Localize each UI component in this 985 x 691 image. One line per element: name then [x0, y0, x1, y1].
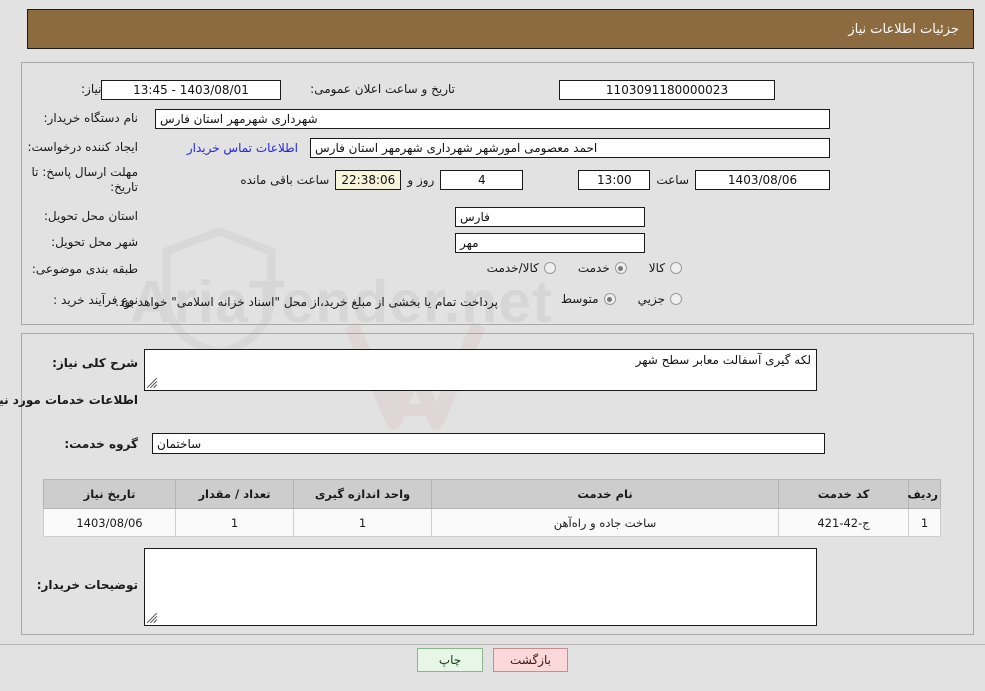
resize-grip-icon[interactable] [147, 613, 158, 624]
services-section-title: اطلاعات خدمات مورد نیاز [0, 393, 138, 407]
general-description-textarea[interactable]: لکه گیری آسفالت معابر سطح شهر [144, 349, 817, 391]
delivery-city-field-row: مهر [455, 233, 645, 253]
col-unit: واحد اندازه گیری [293, 479, 432, 509]
cell-unit: 1 [293, 508, 432, 537]
cell-quantity: 1 [175, 508, 294, 537]
treasury-note-text: پرداخت تمام یا بخشی از مبلغ خرید،از محل … [115, 295, 498, 309]
radio-khedmat[interactable] [614, 262, 627, 274]
reply-deadline-label-row: مهلت ارسال پاسخ: تا تاریخ: [18, 165, 138, 195]
deadline-date[interactable]: 1403/08/06 [695, 170, 830, 190]
subject-option-khedmat[interactable]: خدمت [578, 261, 627, 275]
request-creator-label-row: ایجاد کننده درخواست: [27, 140, 138, 154]
general-description-label: شرح کلی نیاز: [52, 356, 138, 370]
radio-kala-khedmat-label: کالا/خدمت [486, 261, 539, 275]
process-option-jozei[interactable]: جزیي [638, 292, 682, 306]
need-number-value[interactable]: 1103091180000023 [559, 80, 775, 100]
col-need-date: تاریخ نیاز [43, 479, 176, 509]
service-group-label-row: گروه خدمت: [64, 437, 138, 451]
buyer-contact-link[interactable]: اطلاعات تماس خریدار [187, 141, 298, 155]
general-description-label-row: شرح کلی نیاز: [52, 356, 138, 370]
deadline-remaining-label: ساعت باقی مانده [240, 173, 330, 187]
action-button-bar: بازگشت چاپ [0, 648, 985, 672]
cell-service-name: ساخت جاده و راه‌آهن [431, 508, 779, 537]
radio-jozei[interactable] [670, 293, 682, 305]
reply-deadline-fields-row: 1403/08/06 ساعت 13:00 4 روز و 22:38:06 س… [240, 170, 830, 190]
service-group-field-row: ساختمان [152, 433, 825, 454]
treasury-note-row: پرداخت تمام یا بخشی از مبلغ خرید،از محل … [115, 295, 498, 309]
public-announce-label: تاریخ و ساعت اعلان عمومی: [310, 82, 455, 96]
cell-row-no: 1 [908, 508, 941, 537]
subject-category-label: طبقه بندی موضوعی: [31, 262, 138, 276]
buyer-notes-textarea[interactable] [144, 548, 817, 626]
col-service-code: کد خدمت [778, 479, 909, 509]
delivery-province-label-row: استان محل تحویل: [44, 209, 138, 223]
delivery-province-field-row: فارس [455, 207, 645, 227]
deadline-days-label: روز و [407, 173, 435, 187]
deadline-days[interactable]: 4 [440, 170, 524, 190]
service-group-label: گروه خدمت: [64, 437, 138, 451]
radio-kala-label: کالا [648, 261, 665, 275]
col-row-no: ردیف [907, 479, 941, 509]
buyer-org-field-row: شهرداری شهرمهر استان فارس [155, 109, 830, 129]
buyer-org-label-row: نام دستگاه خریدار: [44, 111, 139, 125]
public-announce-value[interactable]: 1403/08/01 - 13:45 [101, 80, 281, 100]
buyer-org-value[interactable]: شهرداری شهرمهر استان فارس [155, 109, 830, 129]
services-table-wrapper: ردیف کد خدمت نام خدمت واحد اندازه گیری ت… [43, 479, 941, 537]
reply-deadline-label: مهلت ارسال پاسخ: تا تاریخ: [31, 165, 138, 194]
delivery-city-label-row: شهر محل تحویل: [51, 235, 138, 249]
buyer-org-label: نام دستگاه خریدار: [43, 111, 139, 125]
page-title: جزئیات اطلاعات نیاز [848, 21, 959, 37]
table-row[interactable]: 1 ج-42-421 ساخت جاده و راه‌آهن 1 1 1403/… [43, 508, 941, 537]
subject-option-kala[interactable]: کالا [649, 261, 682, 275]
resize-grip-icon[interactable] [147, 378, 158, 389]
col-quantity: تعداد / مقدار [175, 479, 294, 509]
deadline-remaining: 22:38:06 [335, 170, 402, 190]
subject-category-label-row: طبقه بندی موضوعی: [32, 262, 138, 276]
delivery-province-label: استان محل تحویل: [43, 209, 138, 223]
delivery-province-value[interactable]: فارس [455, 207, 645, 227]
general-description-value: لکه گیری آسفالت معابر سطح شهر [635, 353, 811, 367]
table-header-row: ردیف کد خدمت نام خدمت واحد اندازه گیری ت… [43, 479, 941, 509]
process-option-motevaset[interactable]: متوسط [561, 292, 616, 306]
radio-motevaset-label: متوسط [560, 292, 599, 306]
request-creator-value[interactable]: احمد معصومی امورشهر شهرداری شهرمهر استان… [310, 138, 830, 158]
radio-kala[interactable] [670, 262, 682, 274]
public-announce-label-row: تاریخ و ساعت اعلان عمومی: [310, 82, 455, 96]
delivery-city-value[interactable]: مهر [455, 233, 645, 253]
radio-kala-khedmat[interactable] [543, 262, 556, 274]
footer-divider [0, 644, 985, 645]
radio-jozei-label: جزیي [637, 292, 665, 306]
public-announce-field-row: 1403/08/01 - 13:45 [101, 80, 281, 100]
radio-khedmat-label: خدمت [577, 261, 610, 275]
services-section-title-row: اطلاعات خدمات مورد نیاز [0, 393, 138, 407]
radio-motevaset[interactable] [603, 293, 616, 305]
cell-need-date: 1403/08/06 [43, 508, 176, 537]
contact-link-row: اطلاعات تماس خریدار [187, 141, 298, 155]
request-creator-field-row: احمد معصومی امورشهر شهرداری شهرمهر استان… [310, 138, 830, 158]
subject-option-kala-khedmat[interactable]: کالا/خدمت [487, 261, 556, 275]
service-group-value[interactable]: ساختمان [152, 433, 825, 454]
deadline-time[interactable]: 13:00 [578, 170, 651, 190]
page-header: جزئیات اطلاعات نیاز [27, 9, 974, 49]
back-button[interactable]: بازگشت [493, 648, 568, 672]
col-service-name: نام خدمت [431, 479, 779, 509]
need-number-field-row: 1103091180000023 [559, 80, 775, 100]
print-button[interactable]: چاپ [417, 648, 483, 672]
services-table: ردیف کد خدمت نام خدمت واحد اندازه گیری ت… [43, 479, 941, 537]
cell-service-code: ج-42-421 [778, 508, 909, 537]
delivery-city-label: شهر محل تحویل: [51, 235, 138, 249]
deadline-time-label: ساعت [656, 173, 689, 187]
request-creator-label: ایجاد کننده درخواست: [27, 140, 138, 154]
purchase-process-options: جزیي متوسط [561, 292, 682, 306]
subject-category-options: کالا خدمت کالا/خدمت [487, 261, 682, 275]
buyer-notes-label-row: توضیحات خریدار: [37, 578, 138, 592]
need-info-panel [21, 62, 974, 325]
buyer-notes-label: توضیحات خریدار: [36, 578, 138, 592]
